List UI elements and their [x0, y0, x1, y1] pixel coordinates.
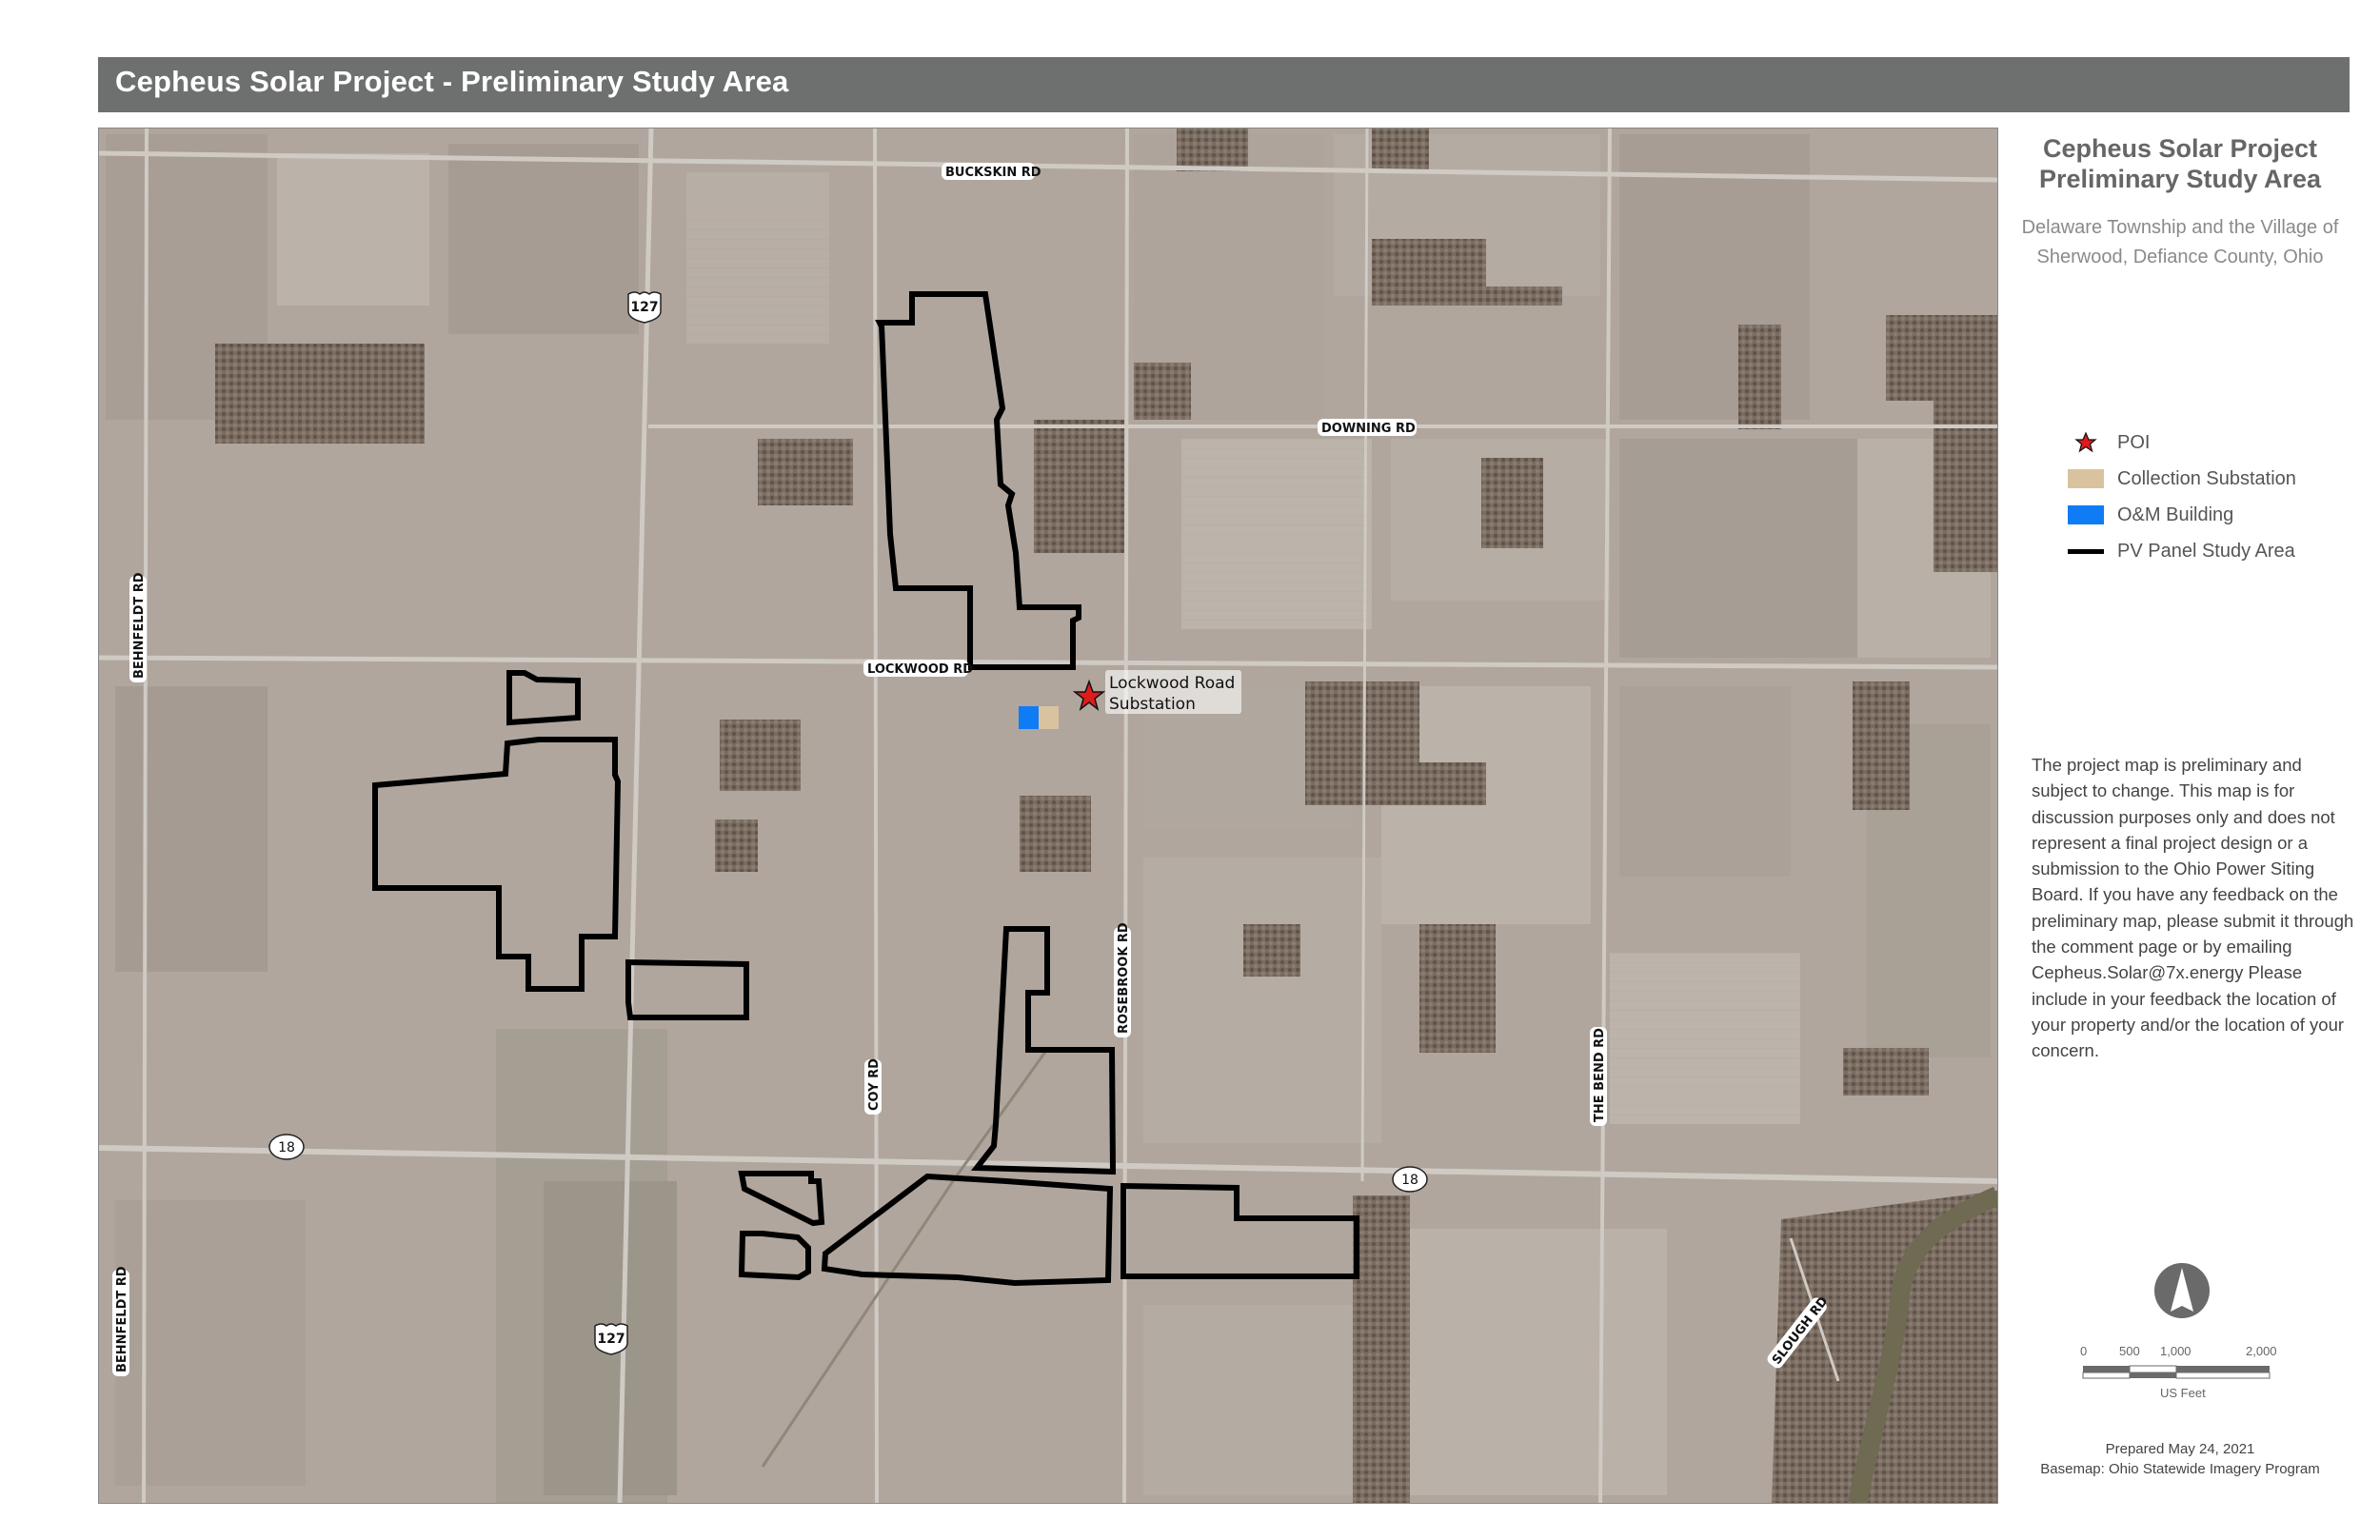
- scale-tick-500: 500: [2119, 1344, 2140, 1358]
- pv-study-area-line-swatch: [2068, 542, 2104, 561]
- legend-item-pv-panel-study-area: PV Panel Study Area: [2068, 533, 2296, 569]
- svg-text:COY RD: COY RD: [867, 1058, 882, 1111]
- map-view[interactable]: Lockwood Road Substation BUCKSKIN RD DOW…: [98, 128, 1998, 1504]
- north-arrow-icon: [2153, 1262, 2211, 1323]
- scale-bar-graphic: [2082, 1365, 2271, 1379]
- aerial-map[interactable]: Lockwood Road Substation BUCKSKIN RD DOW…: [99, 128, 1997, 1503]
- title-bar: Cepheus Solar Project - Preliminary Stud…: [98, 57, 2350, 112]
- svg-text:18: 18: [1401, 1173, 1418, 1188]
- disclaimer-text: The project map is preliminary and subje…: [2032, 755, 2354, 1061]
- svg-text:BEHNFELDT RD: BEHNFELDT RD: [115, 1266, 129, 1372]
- side-title-line1: Cepheus Solar Project: [2042, 134, 2318, 163]
- svg-text:BEHNFELDT RD: BEHNFELDT RD: [132, 572, 147, 679]
- om-building[interactable]: [1019, 706, 1039, 729]
- village-sherwood: [496, 1029, 677, 1503]
- scale-bar-ticks: 0 500 1,000 2,000: [2080, 1344, 2311, 1361]
- road-label-behnfeldt-south: BEHNFELDT RD: [112, 1266, 129, 1376]
- collection-substation[interactable]: [1039, 706, 1059, 729]
- legend-item-collection-substation: Collection Substation: [2068, 461, 2296, 497]
- side-subtitle-line1: Delaware Township and the Village of: [2021, 217, 2339, 238]
- svg-text:DOWNING RD: DOWNING RD: [1321, 422, 1416, 436]
- legend-label: POI: [2117, 431, 2151, 453]
- road-label-downing: DOWNING RD: [1318, 419, 1417, 436]
- legend-item-poi: POI: [2068, 424, 2296, 461]
- side-title: Cepheus Solar Project Preliminary Study …: [1996, 133, 2364, 194]
- svg-text:18: 18: [278, 1140, 295, 1155]
- side-subtitle-line2: Sherwood, Defiance County, Ohio: [2036, 247, 2324, 267]
- legend-label: O&M Building: [2117, 503, 2234, 525]
- collection-substation-swatch: [2068, 469, 2104, 488]
- scale-tick-2000: 2,000: [2246, 1344, 2277, 1358]
- om-building-swatch: [2068, 505, 2104, 524]
- legend-label: Collection Substation: [2117, 467, 2296, 489]
- scale-unit: US Feet: [2160, 1386, 2206, 1400]
- scale-tick-0: 0: [2080, 1344, 2088, 1358]
- svg-text:ROSEBROOK RD: ROSEBROOK RD: [1117, 922, 1131, 1034]
- prepared-date: Prepared May 24, 2021: [2105, 1441, 2255, 1457]
- svg-text:LOCKWOOD RD: LOCKWOOD RD: [867, 662, 973, 677]
- us-route-shield-127-north: 127: [627, 291, 662, 324]
- map-credits: Prepared May 24, 2021 Basemap: Ohio Stat…: [1996, 1439, 2364, 1479]
- road-label-behnfeldt-north: BEHNFELDT RD: [129, 572, 147, 682]
- road-label-buckskin: BUCKSKIN RD: [942, 163, 1041, 180]
- road-label-the-bend: THE BEND RD: [1590, 1027, 1607, 1126]
- poi-label: Lockwood Road Substation: [1105, 670, 1241, 714]
- scale-tick-1000: 1,000: [2160, 1344, 2192, 1358]
- svg-text:BUCKSKIN RD: BUCKSKIN RD: [945, 166, 1041, 180]
- svg-text:127: 127: [630, 300, 658, 315]
- page-title: Cepheus Solar Project - Preliminary Stud…: [115, 65, 789, 98]
- road-label-lockwood: LOCKWOOD RD: [863, 660, 973, 677]
- scale-bar: 0 500 1,000 2,000 US Feet: [2080, 1344, 2311, 1400]
- road-label-coy: COY RD: [864, 1058, 882, 1115]
- svg-text:127: 127: [597, 1332, 625, 1347]
- legend-item-om-building: O&M Building: [2068, 497, 2296, 533]
- basemap-credit: Basemap: Ohio Statewide Imagery Program: [2040, 1461, 2320, 1477]
- side-title-line2: Preliminary Study Area: [2038, 165, 2322, 193]
- map-legend: POI Collection Substation O&M Building P…: [2068, 424, 2296, 569]
- side-subtitle: Delaware Township and the Village of She…: [1996, 213, 2364, 272]
- state-route-shield-18-east: 18: [1392, 1166, 1428, 1193]
- star-icon: [2068, 431, 2104, 453]
- svg-text:THE BEND RD: THE BEND RD: [1593, 1028, 1607, 1122]
- legend-label: PV Panel Study Area: [2117, 540, 2295, 562]
- poi-label-line1: Lockwood Road: [1109, 674, 1235, 693]
- us-route-shield-127-south: 127: [594, 1323, 628, 1355]
- poi-label-line2: Substation: [1109, 695, 1196, 714]
- road-label-rosebrook: ROSEBROOK RD: [1114, 922, 1131, 1037]
- state-route-shield-18-west: 18: [268, 1134, 305, 1160]
